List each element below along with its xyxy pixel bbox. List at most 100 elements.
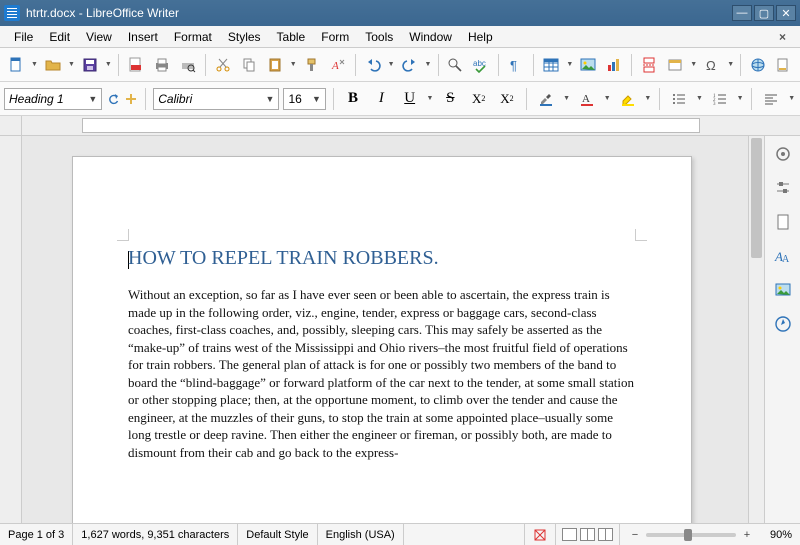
highlight-color-button[interactable] bbox=[534, 87, 558, 111]
document-heading[interactable]: HOW TO REPEL TRAIN ROBBERS. bbox=[128, 247, 636, 270]
sidebar-styles-icon[interactable]: AA bbox=[771, 244, 795, 268]
sidebar-gallery-icon[interactable] bbox=[771, 278, 795, 302]
view-book-icon[interactable] bbox=[598, 528, 613, 541]
formatting-marks-button[interactable]: ¶ bbox=[504, 53, 528, 77]
italic-button[interactable]: I bbox=[369, 87, 393, 111]
chevron-down-icon[interactable]: ▼ bbox=[262, 94, 275, 104]
menu-form[interactable]: Form bbox=[313, 30, 357, 44]
new-dropdown[interactable]: ▼ bbox=[30, 53, 39, 77]
redo-dropdown[interactable]: ▼ bbox=[424, 53, 433, 77]
find-replace-button[interactable] bbox=[444, 53, 468, 77]
font-color-dropdown[interactable]: ▼ bbox=[603, 87, 611, 111]
font-name-combo[interactable]: Calibri ▼ bbox=[153, 88, 279, 110]
open-button[interactable] bbox=[41, 53, 65, 77]
copy-button[interactable] bbox=[237, 53, 261, 77]
insert-page-break-button[interactable] bbox=[637, 53, 661, 77]
chevron-down-icon[interactable]: ▼ bbox=[308, 94, 321, 104]
insert-field-dropdown[interactable]: ▼ bbox=[689, 53, 698, 77]
save-dropdown[interactable]: ▼ bbox=[104, 53, 113, 77]
zoom-in-button[interactable]: + bbox=[740, 529, 754, 541]
insert-field-button[interactable] bbox=[663, 53, 687, 77]
clone-formatting-button[interactable] bbox=[300, 53, 324, 77]
view-multi-page-icon[interactable] bbox=[580, 528, 595, 541]
zoom-out-button[interactable]: − bbox=[628, 529, 642, 541]
paragraph-style-combo[interactable]: Heading 1 ▼ bbox=[4, 88, 102, 110]
insert-table-button[interactable] bbox=[539, 53, 563, 77]
menu-window[interactable]: Window bbox=[401, 30, 460, 44]
vertical-scrollbar[interactable] bbox=[748, 136, 764, 523]
numbered-list-dropdown[interactable]: ▼ bbox=[736, 87, 744, 111]
superscript-button[interactable]: X2 bbox=[467, 87, 491, 111]
sidebar-settings-icon[interactable] bbox=[771, 142, 795, 166]
open-dropdown[interactable]: ▼ bbox=[67, 53, 76, 77]
zoom-level[interactable]: 90% bbox=[762, 524, 800, 545]
menu-format[interactable]: Format bbox=[166, 30, 220, 44]
insert-special-char-button[interactable]: Ω bbox=[700, 53, 724, 77]
menu-table[interactable]: Table bbox=[269, 30, 314, 44]
maximize-button[interactable]: ▢ bbox=[754, 5, 774, 21]
highlight-color-dropdown[interactable]: ▼ bbox=[562, 87, 570, 111]
menu-help[interactable]: Help bbox=[460, 30, 501, 44]
insert-special-char-dropdown[interactable]: ▼ bbox=[726, 53, 735, 77]
insert-image-button[interactable] bbox=[576, 53, 600, 77]
chevron-down-icon[interactable]: ▼ bbox=[84, 94, 97, 104]
status-language[interactable]: English (USA) bbox=[318, 524, 404, 545]
status-page-style[interactable]: Default Style bbox=[238, 524, 317, 545]
vertical-ruler[interactable] bbox=[0, 136, 22, 523]
sidebar-page-icon[interactable] bbox=[771, 210, 795, 234]
menu-styles[interactable]: Styles bbox=[220, 30, 269, 44]
menu-insert[interactable]: Insert bbox=[120, 30, 166, 44]
minimize-button[interactable]: — bbox=[732, 5, 752, 21]
highlighting-dropdown[interactable]: ▼ bbox=[644, 87, 652, 111]
insert-footnote-button[interactable] bbox=[772, 53, 796, 77]
bullet-list-dropdown[interactable]: ▼ bbox=[695, 87, 703, 111]
zoom-slider-handle[interactable] bbox=[684, 529, 692, 541]
paste-dropdown[interactable]: ▼ bbox=[289, 53, 298, 77]
insert-table-dropdown[interactable]: ▼ bbox=[565, 53, 574, 77]
status-signature[interactable] bbox=[525, 524, 556, 545]
menu-file[interactable]: File bbox=[6, 30, 41, 44]
new-style-button[interactable] bbox=[124, 88, 138, 110]
document-canvas[interactable]: HOW TO REPEL TRAIN ROBBERS. Without an e… bbox=[22, 136, 748, 523]
strikethrough-button[interactable]: S bbox=[438, 87, 462, 111]
close-button[interactable]: ✕ bbox=[776, 5, 796, 21]
print-preview-button[interactable] bbox=[176, 53, 200, 77]
highlighting-button[interactable] bbox=[615, 87, 639, 111]
bullet-list-button[interactable] bbox=[667, 87, 691, 111]
cut-button[interactable] bbox=[211, 53, 235, 77]
menu-edit[interactable]: Edit bbox=[41, 30, 78, 44]
redo-button[interactable] bbox=[398, 53, 422, 77]
status-word-count[interactable]: 1,627 words, 9,351 characters bbox=[73, 524, 238, 545]
page[interactable]: HOW TO REPEL TRAIN ROBBERS. Without an e… bbox=[72, 156, 692, 523]
subscript-button[interactable]: X2 bbox=[495, 87, 519, 111]
spellcheck-button[interactable]: abc bbox=[469, 53, 493, 77]
status-page[interactable]: Page 1 of 3 bbox=[0, 524, 73, 545]
paste-button[interactable] bbox=[263, 53, 287, 77]
underline-dropdown[interactable]: ▼ bbox=[426, 87, 434, 111]
save-button[interactable] bbox=[78, 53, 102, 77]
align-dropdown[interactable]: ▼ bbox=[788, 87, 796, 111]
clear-formatting-button[interactable]: A bbox=[326, 53, 350, 77]
sidebar-properties-icon[interactable] bbox=[771, 176, 795, 200]
font-color-button[interactable]: A bbox=[575, 87, 599, 111]
menu-tools[interactable]: Tools bbox=[357, 30, 401, 44]
sidebar-navigator-icon[interactable] bbox=[771, 312, 795, 336]
new-button[interactable] bbox=[4, 53, 28, 77]
horizontal-ruler[interactable] bbox=[0, 116, 800, 136]
align-left-button[interactable] bbox=[759, 87, 783, 111]
bold-button[interactable]: B bbox=[341, 87, 365, 111]
print-button[interactable] bbox=[150, 53, 174, 77]
zoom-slider[interactable] bbox=[646, 533, 736, 537]
document-body[interactable]: Without an exception, so far as I have e… bbox=[128, 286, 636, 461]
scrollbar-thumb[interactable] bbox=[751, 138, 762, 258]
export-pdf-button[interactable] bbox=[124, 53, 148, 77]
insert-hyperlink-button[interactable] bbox=[746, 53, 770, 77]
underline-button[interactable]: U bbox=[398, 87, 422, 111]
insert-chart-button[interactable] bbox=[602, 53, 626, 77]
numbered-list-button[interactable]: 123 bbox=[708, 87, 732, 111]
font-size-combo[interactable]: 16 ▼ bbox=[283, 88, 326, 110]
view-single-page-icon[interactable] bbox=[562, 528, 577, 541]
undo-dropdown[interactable]: ▼ bbox=[387, 53, 396, 77]
undo-button[interactable] bbox=[361, 53, 385, 77]
close-document-icon[interactable]: × bbox=[773, 30, 792, 44]
